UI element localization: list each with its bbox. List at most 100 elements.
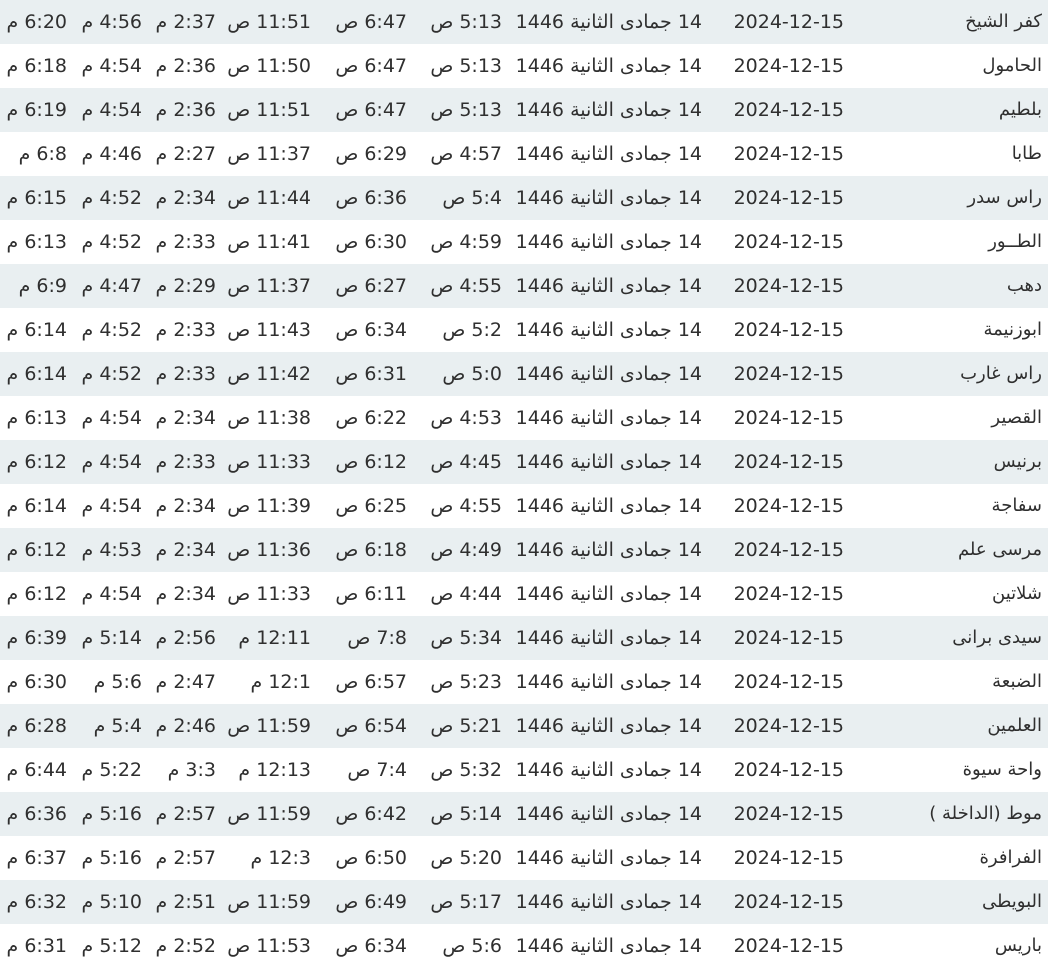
city-cell: دهب (1006, 275, 1042, 296)
hijri-date-cell: 14 جمادى الثانية 1446 (515, 451, 702, 473)
isha-time-cell: 6:14 م (6, 363, 67, 385)
table-row: بلطيم 2024-12-15 14 جمادى الثانية 1446 5:13… (0, 88, 1048, 132)
hijri-date-cell: 14 جمادى الثانية 1446 (515, 11, 702, 33)
gregorian-date-cell: 2024-12-15 (733, 143, 844, 165)
gregorian-date-cell: 2024-12-15 (733, 451, 844, 473)
isha-time-cell: 6:15 م (6, 187, 67, 209)
gregorian-date-cell: 2024-12-15 (733, 11, 844, 33)
hijri-date-cell: 14 جمادى الثانية 1446 (515, 891, 702, 913)
isha-time-cell: 6:30 م (6, 671, 67, 693)
table-row: الضبعة 2024-12-15 14 جمادى الثانية 1446 5:2… (0, 660, 1048, 704)
table-row: العلمين 2024-12-15 14 جمادى الثانية 1446 5:… (0, 704, 1048, 748)
gregorian-date-cell: 2024-12-15 (733, 935, 844, 957)
city-cell: سيدى برانى (952, 627, 1042, 648)
table-row: سفاجة 2024-12-15 14 جمادى الثانية 1446 4:55… (0, 484, 1048, 528)
table-row: ابوزنيمة 2024-12-15 14 جمادى الثانية 1446 5… (0, 308, 1048, 352)
gregorian-date-cell: 2024-12-15 (733, 231, 844, 253)
gregorian-date-cell: 2024-12-15 (733, 803, 844, 825)
city-cell: شلاتين (992, 583, 1042, 604)
hijri-date-cell: 14 جمادى الثانية 1446 (515, 715, 702, 737)
gregorian-date-cell: 2024-12-15 (733, 627, 844, 649)
table-row: واحة سيوة 2024-12-15 14 جمادى الثانية 1446… (0, 748, 1048, 792)
gregorian-date-cell: 2024-12-15 (733, 363, 844, 385)
hijri-date-cell: 14 جمادى الثانية 1446 (515, 495, 702, 517)
isha-time-cell: 6:14 م (6, 495, 67, 517)
gregorian-date-cell: 2024-12-15 (733, 759, 844, 781)
isha-time-cell: 6:13 م (6, 407, 67, 429)
city-cell: سفاجة (991, 495, 1042, 516)
isha-time-cell: 6:36 م (6, 803, 67, 825)
isha-time-cell: 6:31 م (6, 935, 67, 957)
city-cell: القصير (991, 407, 1042, 428)
table-row: الحامول 2024-12-15 14 جمادى الثانية 1446 5:… (0, 44, 1048, 88)
city-cell: الفرافرة (979, 847, 1043, 868)
city-cell: راس سدر (967, 187, 1042, 208)
gregorian-date-cell: 2024-12-15 (733, 407, 844, 429)
city-cell: كفر الشيخ (965, 11, 1042, 32)
city-cell: البويطى (982, 891, 1042, 912)
table-row: برنيس 2024-12-15 14 جمادى الثانية 1446 4:45… (0, 440, 1048, 484)
isha-time-cell: 6:28 م (6, 715, 67, 737)
isha-time-cell: 6:32 م (6, 891, 67, 913)
isha-time-cell: 6:12 م (6, 583, 67, 605)
gregorian-date-cell: 2024-12-15 (733, 891, 844, 913)
gregorian-date-cell: 2024-12-15 (733, 539, 844, 561)
isha-time-cell: 6:14 م (6, 319, 67, 341)
table-row: راس غارب 2024-12-15 14 جمادى الثانية 1446 5… (0, 352, 1048, 396)
gregorian-date-cell: 2024-12-15 (733, 847, 844, 869)
hijri-date-cell: 14 جمادى الثانية 1446 (515, 319, 702, 341)
table-row: البويطى 2024-12-15 14 جمادى الثانية 1446 5:… (0, 880, 1048, 924)
hijri-date-cell: 14 جمادى الثانية 1446 (515, 583, 702, 605)
city-cell: برنيس (993, 451, 1042, 472)
table-row: راس سدر 2024-12-15 14 جمادى الثانية 1446 5:… (0, 176, 1048, 220)
hijri-date-cell: 14 جمادى الثانية 1446 (515, 539, 702, 561)
hijri-date-cell: 14 جمادى الثانية 1446 (515, 363, 702, 385)
isha-time-cell: 6:12 م (6, 539, 67, 561)
city-cell: الطــور (988, 231, 1042, 252)
city-cell: موط (الداخلة ) (929, 803, 1042, 824)
gregorian-date-cell: 2024-12-15 (733, 495, 844, 517)
isha-time-cell: 6:44 م (6, 759, 67, 781)
table-row: القصير 2024-12-15 14 جمادى الثانية 1446 4:5… (0, 396, 1048, 440)
isha-time-cell: 6:13 م (6, 231, 67, 253)
hijri-date-cell: 14 جمادى الثانية 1446 (515, 55, 702, 77)
isha-time-cell: 6:39 م (6, 627, 67, 649)
hijri-date-cell: 14 جمادى الثانية 1446 (515, 671, 702, 693)
isha-time-cell: 6:12 م (6, 451, 67, 473)
city-cell: الضبعة (992, 671, 1042, 692)
hijri-date-cell: 14 جمادى الثانية 1446 (515, 803, 702, 825)
hijri-date-cell: 14 جمادى الثانية 1446 (515, 99, 702, 121)
isha-time-cell: 6:8 م (18, 143, 67, 165)
hijri-date-cell: 14 جمادى الثانية 1446 (515, 187, 702, 209)
gregorian-date-cell: 2024-12-15 (733, 275, 844, 297)
table-row: مرسى علم 2024-12-15 14 جمادى الثانية 1446 4… (0, 528, 1048, 572)
city-cell: العلمين (987, 715, 1042, 736)
table-row: دهب 2024-12-15 14 جمادى الثانية 1446 4:55 ص… (0, 264, 1048, 308)
city-cell: طابا (1011, 143, 1042, 164)
isha-time-cell: 6:19 م (6, 99, 67, 121)
gregorian-date-cell: 2024-12-15 (733, 583, 844, 605)
table-row: موط (الداخلة ) 2024-12-15 14 جمادى الثانية… (0, 792, 1048, 836)
city-cell: ابوزنيمة (983, 319, 1043, 340)
hijri-date-cell: 14 جمادى الثانية 1446 (515, 935, 702, 957)
table-row: الفرافرة 2024-12-15 14 جمادى الثانية 1446 5… (0, 836, 1048, 880)
isha-time-cell: 6:20 م (6, 11, 67, 33)
prayer-times-table: كفر الشيخ 2024-12-15 14 جمادى الثانية 1446… (0, 0, 1048, 968)
city-cell: باريس (994, 935, 1042, 956)
hijri-date-cell: 14 جمادى الثانية 1446 (515, 627, 702, 649)
gregorian-date-cell: 2024-12-15 (733, 671, 844, 693)
hijri-date-cell: 14 جمادى الثانية 1446 (515, 407, 702, 429)
table-row: طابا 2024-12-15 14 جمادى الثانية 1446 4:57 … (0, 132, 1048, 176)
gregorian-date-cell: 2024-12-15 (733, 99, 844, 121)
gregorian-date-cell: 2024-12-15 (733, 55, 844, 77)
city-cell: الحامول (982, 55, 1042, 76)
city-cell: واحة سيوة (962, 759, 1042, 780)
gregorian-date-cell: 2024-12-15 (733, 715, 844, 737)
table-row: كفر الشيخ 2024-12-15 14 جمادى الثانية 1446… (0, 0, 1048, 44)
gregorian-date-cell: 2024-12-15 (733, 187, 844, 209)
table-row: شلاتين 2024-12-15 14 جمادى الثانية 1446 4:4… (0, 572, 1048, 616)
hijri-date-cell: 14 جمادى الثانية 1446 (515, 143, 702, 165)
city-cell: بلطيم (998, 99, 1042, 120)
isha-time-cell: 6:18 م (6, 55, 67, 77)
gregorian-date-cell: 2024-12-15 (733, 319, 844, 341)
